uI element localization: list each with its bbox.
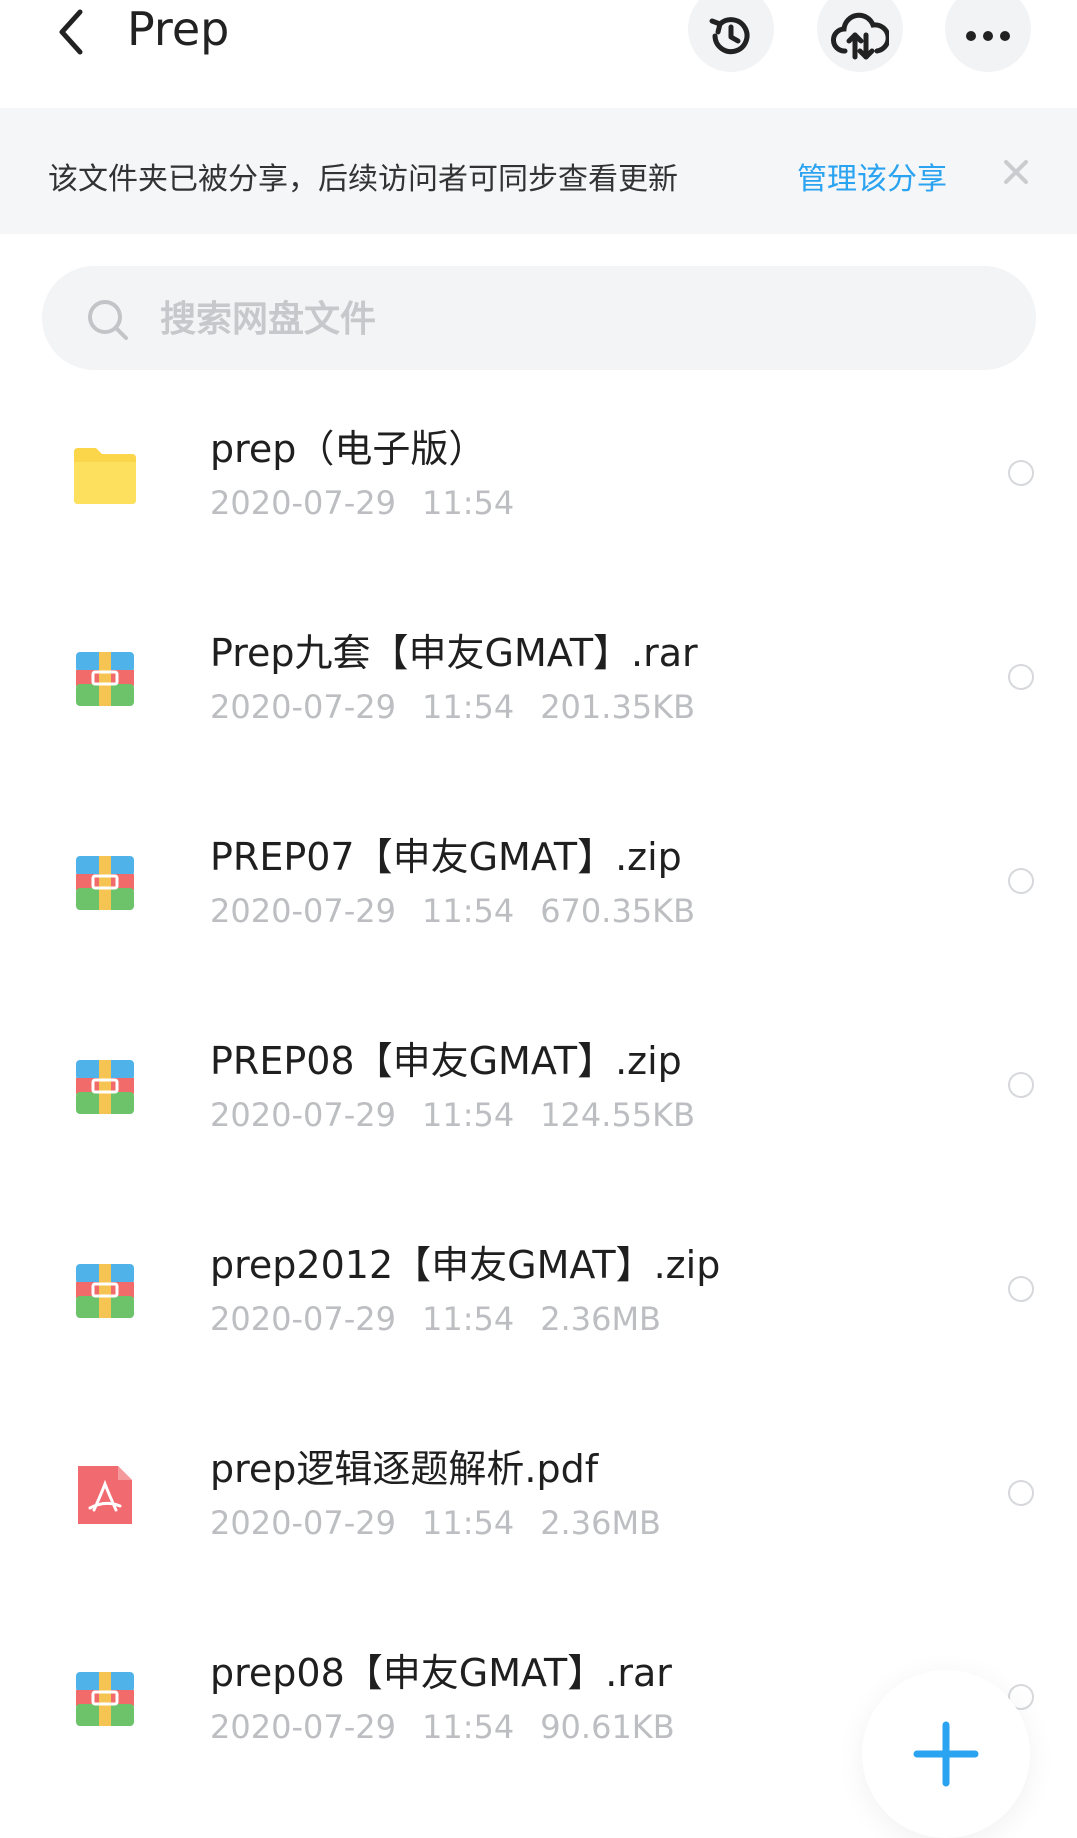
file-name: prep2012【申友GMAT】.zip	[210, 1243, 721, 1287]
file-time: 11:54	[421, 1096, 515, 1134]
file-row[interactable]: prep（电子版） 2020-07-29 11:54	[0, 370, 1077, 574]
page-title: Prep	[127, 2, 230, 56]
file-time: 11:54	[421, 1708, 515, 1746]
file-size: 2.36MB	[540, 1504, 661, 1542]
share-notice-banner: 该文件夹已被分享，后续访问者可同步查看更新 管理该分享	[0, 108, 1077, 234]
file-meta: 2020-07-29 11:54 201.35KB	[210, 688, 721, 726]
file-name: PREP07【申友GMAT】.zip	[210, 835, 682, 879]
file-size: 124.55KB	[540, 1096, 696, 1134]
file-date: 2020-07-29	[210, 892, 396, 930]
cloud-transfer-button[interactable]	[817, 0, 903, 72]
archive-icon	[76, 856, 134, 910]
archive-icon	[76, 652, 134, 706]
file-row[interactable]: PREP08【申友GMAT】.zip 2020-07-29 11:54 124.55…	[0, 982, 1077, 1186]
file-row[interactable]: prep2012【申友GMAT】.zip 2020-07-29 11:54 2.36…	[0, 1186, 1077, 1390]
history-button[interactable]	[688, 0, 774, 72]
file-size: 201.35KB	[540, 688, 696, 726]
file-time: 11:54	[421, 892, 515, 930]
file-size: 670.35KB	[540, 892, 696, 930]
file-time: 11:54	[421, 484, 515, 522]
file-size: 2.36MB	[540, 1300, 661, 1338]
file-time: 11:54	[421, 1300, 515, 1338]
file-name: prep08【申友GMAT】.rar	[210, 1651, 672, 1695]
select-radio[interactable]	[1008, 460, 1034, 486]
file-meta: 2020-07-29 11:54 2.36MB	[210, 1300, 687, 1338]
cloud-transfer-icon	[831, 12, 889, 60]
file-row[interactable]: PREP07【申友GMAT】.zip 2020-07-29 11:54 670.35…	[0, 778, 1077, 982]
select-radio[interactable]	[1008, 1072, 1034, 1098]
file-date: 2020-07-29	[210, 1300, 396, 1338]
select-radio[interactable]	[1008, 868, 1034, 894]
file-meta: 2020-07-29 11:54 2.36MB	[210, 1504, 687, 1542]
more-horizontal-icon	[966, 31, 1010, 41]
file-date: 2020-07-29	[210, 484, 396, 522]
archive-icon	[76, 1264, 134, 1318]
manage-share-link[interactable]: 管理该分享	[797, 154, 947, 198]
file-name: Prep九套【申友GMAT】.rar	[210, 631, 698, 675]
file-meta: 2020-07-29 11:54 90.61KB	[210, 1708, 701, 1746]
chevron-left-icon	[59, 9, 83, 55]
archive-icon	[76, 1060, 134, 1114]
file-date: 2020-07-29	[210, 1504, 396, 1542]
close-icon	[1004, 160, 1028, 184]
share-notice-text: 该文件夹已被分享，后续访问者可同步查看更新	[48, 162, 678, 197]
folder-icon	[74, 448, 136, 504]
search-icon	[88, 300, 128, 340]
file-name: prep（电子版）	[210, 427, 487, 471]
select-radio[interactable]	[1008, 1276, 1034, 1302]
select-radio[interactable]	[1008, 1480, 1034, 1506]
file-meta: 2020-07-29 11:54 124.55KB	[210, 1096, 721, 1134]
archive-icon	[76, 1672, 134, 1726]
history-icon	[709, 17, 750, 55]
file-time: 11:54	[421, 688, 515, 726]
add-button[interactable]	[862, 1670, 1030, 1838]
search-input[interactable]	[158, 288, 982, 350]
file-date: 2020-07-29	[210, 1708, 396, 1746]
more-options-button[interactable]	[945, 0, 1031, 72]
file-row[interactable]: Prep九套【申友GMAT】.rar 2020-07-29 11:54 201.35…	[0, 574, 1077, 778]
pdf-icon	[78, 1466, 132, 1524]
close-banner-button[interactable]	[996, 152, 1036, 192]
file-meta: 2020-07-29 11:54 670.35KB	[210, 892, 721, 930]
top-bar: Prep	[0, 0, 1077, 108]
file-date: 2020-07-29	[210, 1096, 396, 1134]
back-button[interactable]	[52, 6, 92, 58]
select-radio[interactable]	[1008, 664, 1034, 690]
file-time: 11:54	[421, 1504, 515, 1542]
file-row[interactable]: prep逻辑逐题解析.pdf 2020-07-29 11:54 2.36MB	[0, 1390, 1077, 1594]
file-date: 2020-07-29	[210, 688, 396, 726]
file-meta: 2020-07-29 11:54	[210, 484, 566, 522]
file-name: PREP08【申友GMAT】.zip	[210, 1039, 682, 1083]
file-name: prep逻辑逐题解析.pdf	[210, 1447, 599, 1491]
plus-icon	[913, 1721, 979, 1787]
file-size: 90.61KB	[540, 1708, 675, 1746]
